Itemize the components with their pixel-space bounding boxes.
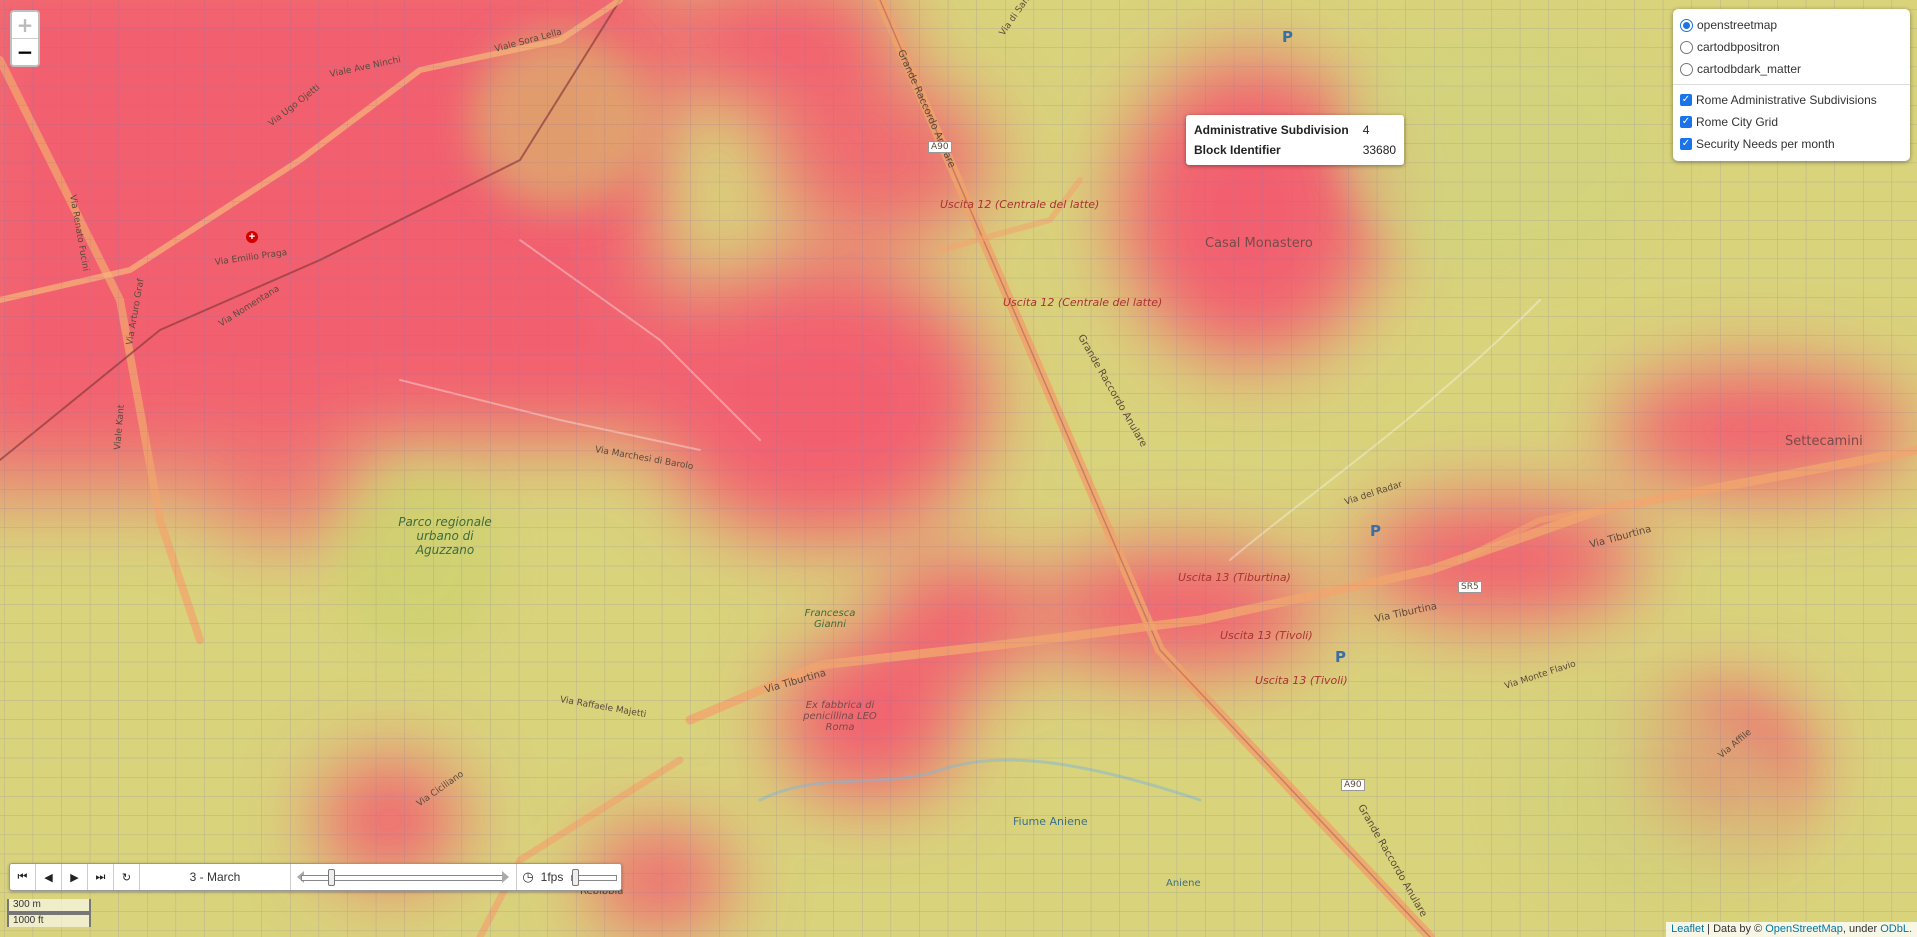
parking-icon: P	[1370, 522, 1381, 540]
zoom-control: + −	[10, 10, 40, 67]
overlay-option-city-grid[interactable]: ✓ Rome City Grid	[1678, 111, 1904, 133]
zoom-out-button[interactable]: −	[12, 39, 38, 65]
loop-button[interactable]: ↻	[114, 864, 140, 890]
slider-handle[interactable]	[328, 869, 336, 886]
backward-button[interactable]: ⏮	[10, 864, 36, 890]
tooltip-value: 4	[1362, 123, 1370, 137]
play-button[interactable]: ▶	[62, 864, 88, 890]
tooltip-key: Administrative Subdivision	[1194, 123, 1349, 137]
layer-label: openstreetmap	[1697, 18, 1778, 32]
map[interactable]: Via Ugo Ojetti Viale Ave Ninchi Viale So…	[0, 0, 1917, 937]
clock-icon: ◷	[522, 869, 534, 884]
loop-icon: ↻	[121, 870, 132, 884]
scale-imperial: 1000 ft	[7, 913, 91, 927]
grid-tooltip: Administrative Subdivision 4 Block Ident…	[1186, 115, 1405, 165]
radio-button[interactable]	[1680, 62, 1693, 76]
layer-label: cartodbpositron	[1697, 40, 1780, 54]
forward-button[interactable]: ⏭	[88, 864, 114, 890]
checkbox[interactable]: ✓	[1680, 138, 1692, 150]
speed-slider[interactable]	[565, 864, 621, 890]
tooltip-key: Block Identifier	[1194, 143, 1281, 157]
slider-end-icon	[502, 871, 509, 883]
checkbox[interactable]: ✓	[1680, 116, 1692, 128]
odbl-link[interactable]: ODbL.	[1880, 923, 1912, 935]
overlay-label: Rome City Grid	[1696, 115, 1779, 129]
attribution: Leaflet | Data by © OpenStreetMap, under…	[1666, 922, 1917, 937]
tooltip-row: Block Identifier 33680	[1194, 140, 1396, 160]
overlay-option-security-needs[interactable]: ✓ Security Needs per month	[1678, 133, 1904, 155]
play-icon: ▶	[70, 870, 79, 884]
scale-metric: 300 m	[7, 899, 91, 913]
parking-icon: P	[1282, 28, 1293, 46]
attribution-under: , under	[1842, 923, 1881, 935]
map-tiles	[0, 0, 1917, 937]
scale-bar: 300 m 1000 ft	[7, 899, 91, 927]
layer-control: openstreetmap cartodbpositron cartodbdar…	[1673, 9, 1910, 161]
tooltip-value: 33680	[1362, 143, 1397, 157]
layer-option-cartodbpositron[interactable]: cartodbpositron	[1678, 36, 1904, 58]
tooltip-row: Administrative Subdivision 4	[1194, 120, 1396, 140]
layer-option-openstreetmap[interactable]: openstreetmap	[1678, 14, 1904, 36]
checkbox[interactable]: ✓	[1680, 94, 1692, 106]
parking-icon: P	[1335, 648, 1346, 666]
osm-link[interactable]: OpenStreetMap	[1765, 923, 1843, 935]
timeline-control: ⏮ ◀ ▶ ⏭ ↻ 3 - March ◷ 1fps	[9, 863, 622, 891]
layer-label: cartodbdark_matter	[1697, 62, 1802, 76]
backward-icon: ⏮	[17, 870, 28, 883]
prev-icon: ◀	[44, 870, 53, 884]
timeline-date: 3 - March	[140, 864, 291, 890]
radio-button[interactable]	[1680, 40, 1693, 54]
hospital-icon: +	[246, 231, 258, 243]
layer-option-cartodbdark-matter[interactable]: cartodbdark_matter	[1678, 58, 1904, 80]
overlay-label: Security Needs per month	[1696, 137, 1835, 151]
prev-button[interactable]: ◀	[36, 864, 62, 890]
forward-icon: ⏭	[95, 870, 106, 883]
speed-handle[interactable]	[572, 869, 579, 886]
radio-button[interactable]	[1680, 18, 1693, 32]
overlay-label: Rome Administrative Subdivisions	[1696, 93, 1877, 107]
overlay-option-administrative-subdivisions[interactable]: ✓ Rome Administrative Subdivisions	[1678, 89, 1904, 111]
time-slider[interactable]	[291, 864, 517, 890]
attribution-text: | Data by ©	[1704, 923, 1766, 935]
fps-label: 1fps	[540, 870, 564, 884]
leaflet-link[interactable]: Leaflet	[1671, 923, 1704, 935]
zoom-in-button[interactable]: +	[12, 12, 38, 39]
divider	[1673, 84, 1910, 85]
